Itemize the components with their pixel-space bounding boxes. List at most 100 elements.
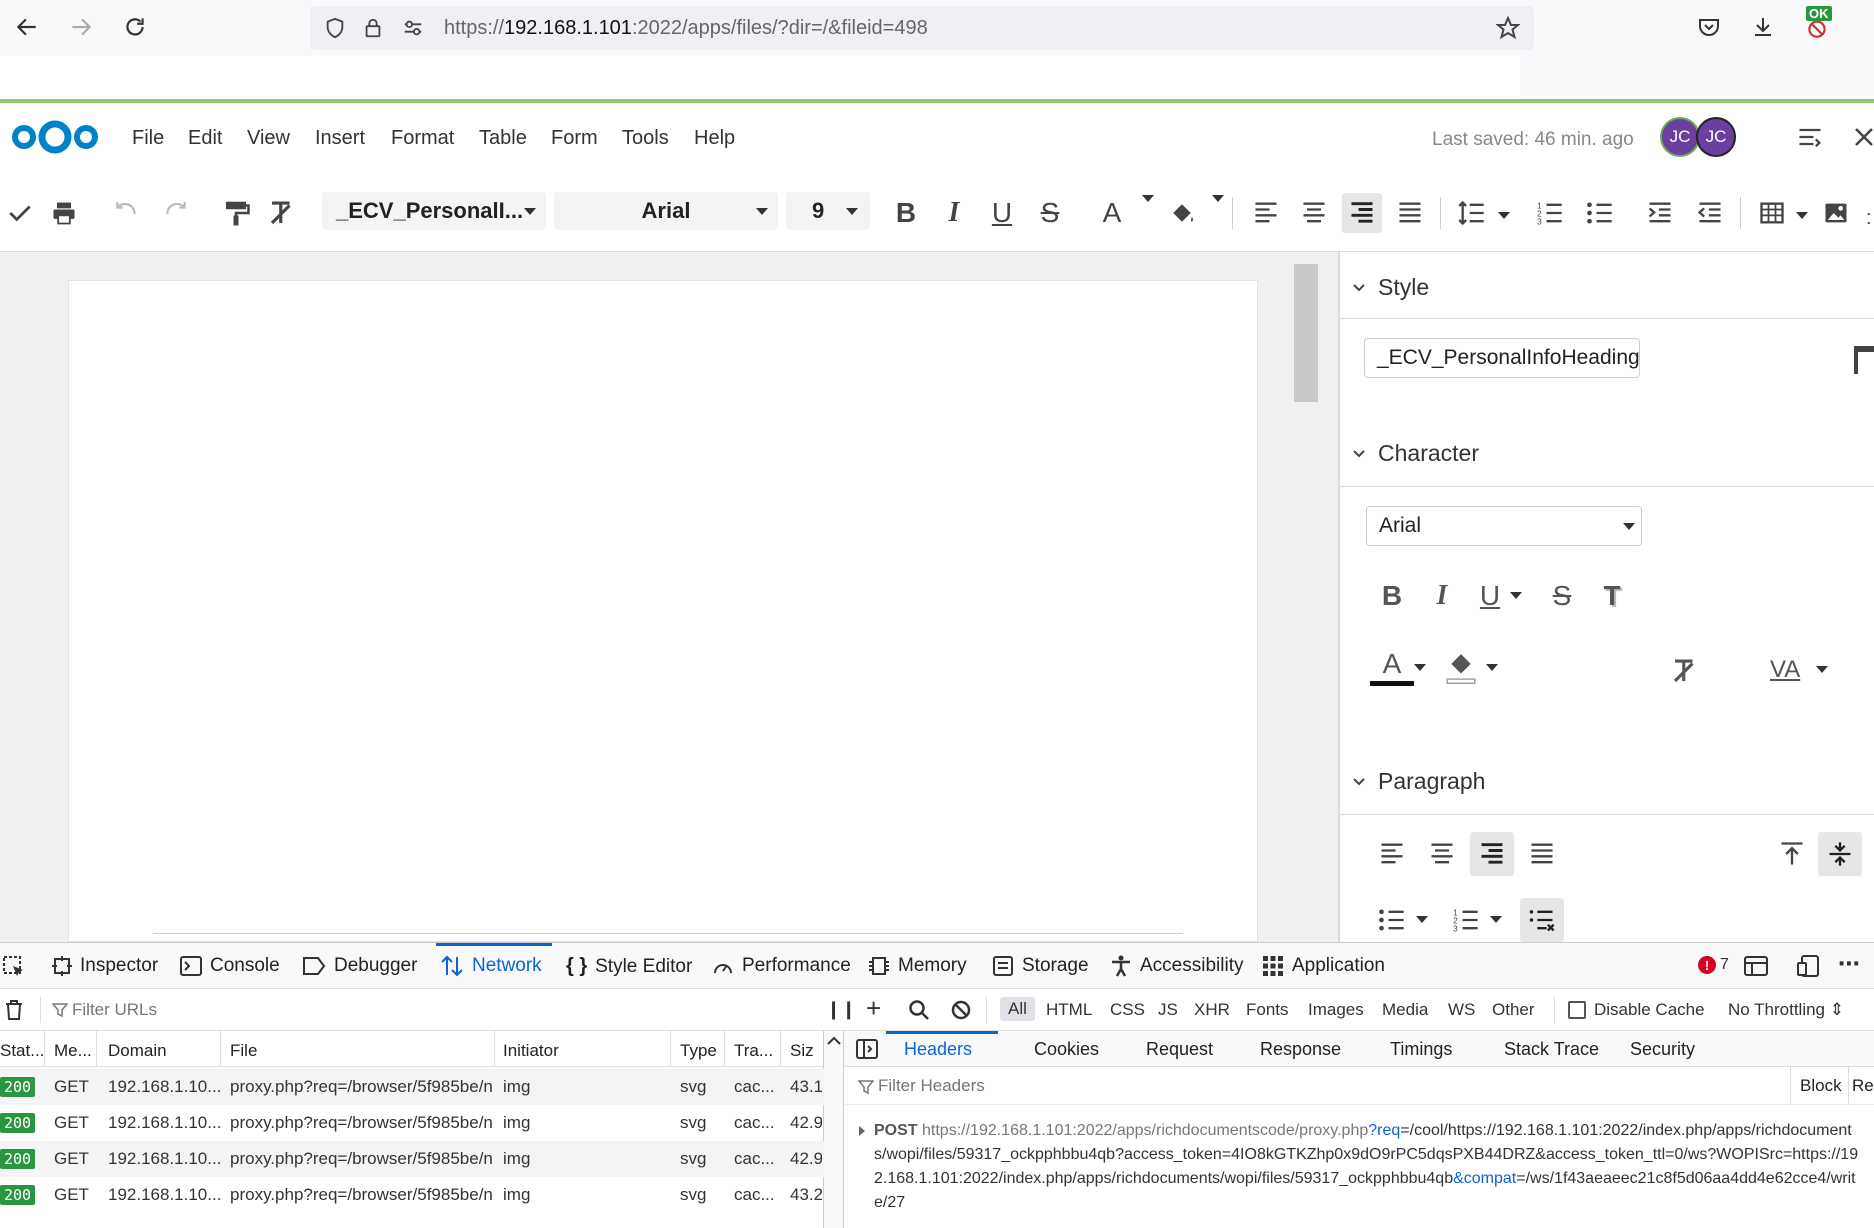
sidebar-numbered-list-button[interactable]: 123 xyxy=(1444,898,1488,942)
menu-edit[interactable]: Edit xyxy=(188,127,222,150)
column-divider[interactable] xyxy=(220,1031,221,1067)
clear-formatting-button[interactable] xyxy=(262,193,302,233)
avatar[interactable]: JC xyxy=(1660,117,1700,157)
underline-button[interactable]: U xyxy=(982,193,1022,233)
search-icon[interactable] xyxy=(908,999,930,1021)
column-divider[interactable] xyxy=(670,1031,671,1067)
align-top-button[interactable] xyxy=(1770,832,1814,876)
bold-button[interactable]: B xyxy=(886,193,926,233)
sidebar-italic-button[interactable]: I xyxy=(1420,574,1464,618)
sidebar-clear-format-button[interactable] xyxy=(1670,656,1700,686)
tab-debugger[interactable]: Debugger xyxy=(302,955,417,977)
align-right-button[interactable] xyxy=(1342,193,1382,233)
toolbar-overflow-icon[interactable]: : xyxy=(1866,207,1872,230)
menu-form[interactable]: Form xyxy=(551,127,598,150)
throttling-select[interactable]: No Throttling ⇕ xyxy=(1728,1000,1844,1020)
request-summary[interactable]: POST https://192.168.1.101:2022/apps/ric… xyxy=(874,1119,1864,1215)
table-dropdown-icon[interactable] xyxy=(1796,212,1808,219)
tab-console[interactable]: Console xyxy=(180,955,280,977)
sidebar-align-center-button[interactable] xyxy=(1420,832,1464,876)
filter-js[interactable]: JS xyxy=(1158,1000,1178,1020)
block-button[interactable]: Block xyxy=(1800,1076,1842,1096)
close-icon[interactable] xyxy=(1852,123,1874,151)
filter-xhr[interactable]: XHR xyxy=(1194,1000,1230,1020)
align-middle-button[interactable] xyxy=(1818,832,1862,876)
print-button[interactable] xyxy=(44,193,84,233)
numbering-dropdown-icon[interactable] xyxy=(1490,916,1502,923)
character-section-header[interactable]: Character xyxy=(1352,440,1479,467)
filter-headers-input[interactable] xyxy=(878,1072,1378,1100)
column-initiator[interactable]: Initiator xyxy=(503,1041,559,1061)
spacing-dropdown-icon[interactable] xyxy=(1816,666,1828,673)
table-scrollbar[interactable] xyxy=(824,1031,844,1228)
highlight-button[interactable] xyxy=(1162,193,1202,233)
align-left-button[interactable] xyxy=(1246,193,1286,233)
bookmark-star-icon[interactable] xyxy=(1496,16,1520,40)
address-bar[interactable]: https://192.168.1.101:2022/apps/files/?d… xyxy=(310,6,1534,50)
filter-media[interactable]: Media xyxy=(1382,1000,1428,1020)
filter-fonts[interactable]: Fonts xyxy=(1246,1000,1289,1020)
pause-icon[interactable]: ❙❙ xyxy=(826,999,856,1020)
column-method[interactable]: Me... xyxy=(54,1041,92,1061)
error-counter[interactable]: ! 7 xyxy=(1698,956,1729,974)
column-domain[interactable]: Domain xyxy=(108,1041,167,1061)
redo-button[interactable] xyxy=(156,193,196,233)
menu-help[interactable]: Help xyxy=(694,127,735,150)
tab-application[interactable]: Application xyxy=(1262,955,1385,977)
numbered-list-button[interactable]: 123 xyxy=(1530,193,1570,233)
tab-stack-trace[interactable]: Stack Trace xyxy=(1504,1039,1599,1060)
filter-urls-input[interactable] xyxy=(72,995,592,1025)
column-divider[interactable] xyxy=(724,1031,725,1067)
tab-performance[interactable]: Performance xyxy=(712,955,851,977)
reload-button[interactable] xyxy=(120,12,150,42)
font-color-dropdown-icon[interactable] xyxy=(1142,195,1154,202)
line-spacing-button[interactable] xyxy=(1452,193,1492,233)
split-console-icon[interactable] xyxy=(1744,955,1768,977)
tab-timings[interactable]: Timings xyxy=(1390,1039,1452,1060)
sidebar-style-select[interactable]: _ECV_PersonalInfoHeading xyxy=(1364,338,1640,378)
filter-css[interactable]: CSS xyxy=(1110,1000,1145,1020)
justify-button[interactable] xyxy=(1390,193,1430,233)
highlight-dropdown-icon[interactable] xyxy=(1486,664,1498,671)
tab-accessibility[interactable]: Accessibility xyxy=(1110,955,1243,977)
back-button[interactable] xyxy=(12,12,42,42)
sidebar-justify-button[interactable] xyxy=(1520,832,1564,876)
style-section-header[interactable]: Style xyxy=(1352,274,1429,301)
menu-view[interactable]: View xyxy=(247,127,290,150)
line-spacing-dropdown-icon[interactable] xyxy=(1498,212,1510,219)
accept-button[interactable] xyxy=(0,193,40,233)
responsive-mode-icon[interactable] xyxy=(1796,955,1820,977)
column-transferred[interactable]: Tra... xyxy=(734,1041,773,1061)
insert-table-button[interactable] xyxy=(1752,193,1792,233)
lock-warning-icon[interactable] xyxy=(362,17,384,39)
undo-button[interactable] xyxy=(106,193,146,233)
menu-insert[interactable]: Insert xyxy=(315,127,365,150)
expand-triangle-icon[interactable] xyxy=(856,1125,868,1137)
filter-images[interactable]: Images xyxy=(1308,1000,1364,1020)
element-picker-icon[interactable] xyxy=(2,955,26,979)
sidebar-align-right-button[interactable] xyxy=(1470,832,1514,876)
sidebar-highlight-button[interactable] xyxy=(1444,650,1478,686)
last-saved-status[interactable]: Last saved: 46 min. ago xyxy=(1432,129,1634,151)
column-divider[interactable] xyxy=(96,1031,97,1067)
filter-ws[interactable]: WS xyxy=(1448,1000,1475,1020)
nextcloud-logo[interactable] xyxy=(10,117,100,157)
underline-dropdown-icon[interactable] xyxy=(1510,592,1522,599)
font-color-dropdown-icon[interactable] xyxy=(1414,664,1426,671)
paintbrush-icon[interactable] xyxy=(1850,344,1874,374)
font-size-select[interactable]: 9 xyxy=(786,192,870,230)
menu-file[interactable]: File xyxy=(132,127,164,150)
column-size[interactable]: Siz xyxy=(790,1041,814,1061)
sidebar-toggle-icon[interactable] xyxy=(1796,123,1824,151)
table-row[interactable]: 200 GET 192.168.1.10... proxy.php?req=/b… xyxy=(0,1069,824,1105)
block-icon[interactable] xyxy=(950,999,972,1021)
downloads-button[interactable] xyxy=(1748,12,1778,42)
bullet-dropdown-icon[interactable] xyxy=(1416,916,1428,923)
no-list-button[interactable] xyxy=(1520,898,1564,942)
filter-other[interactable]: Other xyxy=(1492,1000,1535,1020)
tab-cookies[interactable]: Cookies xyxy=(1034,1039,1099,1060)
avatar[interactable]: JC xyxy=(1696,117,1736,157)
strikethrough-button[interactable]: S xyxy=(1030,193,1070,233)
tab-security[interactable]: Security xyxy=(1630,1039,1695,1060)
paragraph-section-header[interactable]: Paragraph xyxy=(1352,768,1485,795)
